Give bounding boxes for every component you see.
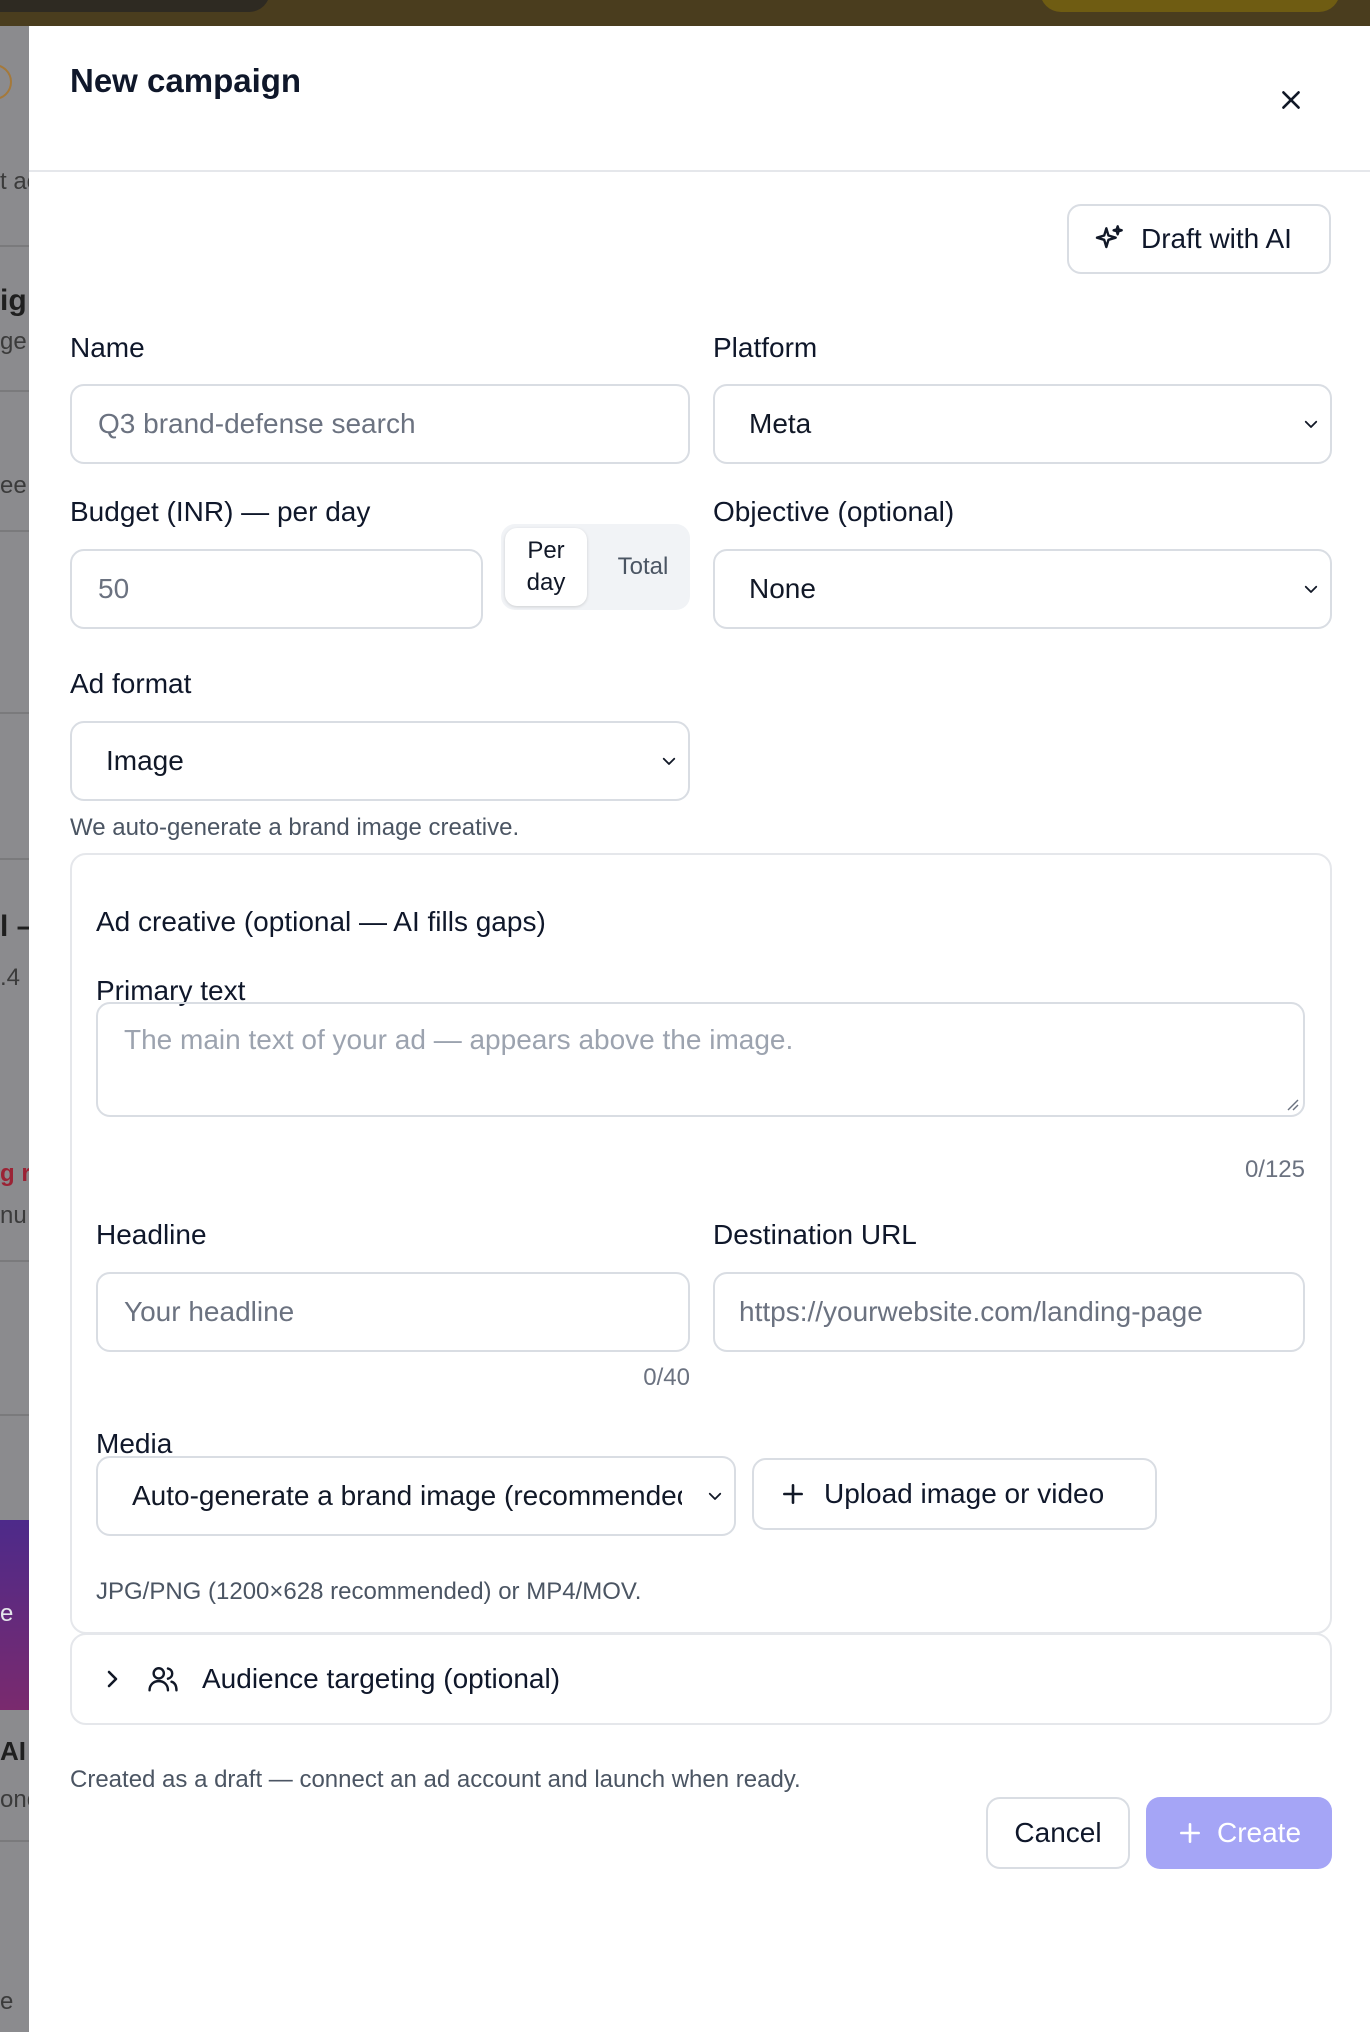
per-day-option[interactable]: Per day <box>505 528 587 606</box>
users-icon <box>148 1667 178 1692</box>
background-divider <box>0 712 30 714</box>
media-select[interactable]: Auto-generate a brand image (recommended… <box>96 1456 736 1536</box>
background-text: t ac <box>0 168 30 195</box>
chevron-down-icon <box>662 757 676 765</box>
background-text: nu <box>0 1202 27 1229</box>
audience-targeting-toggle[interactable]: Audience targeting (optional) <box>70 1633 1332 1725</box>
ad-creative-title: Ad creative (optional — AI fills gaps) <box>96 906 546 937</box>
budget-input[interactable]: 50 <box>70 549 483 629</box>
ad-format-help: We auto-generate a brand image creative. <box>70 814 520 841</box>
media-help: JPG/PNG (1200×628 recommended) or MP4/MO… <box>96 1578 642 1605</box>
background-divider <box>0 858 30 860</box>
headline-label: Headline <box>96 1219 207 1250</box>
draft-footer-note: Created as a draft — connect an ad accou… <box>70 1766 801 1793</box>
total-option[interactable]: Total <box>599 524 687 610</box>
draft-with-ai-label: Draft with AI <box>1141 223 1292 254</box>
platform-select[interactable]: Meta <box>713 384 1332 464</box>
background-text: .4 <box>0 964 21 991</box>
close-icon <box>1282 91 1300 109</box>
objective-selected-value: None <box>749 573 816 604</box>
ad-format-selected-value: Image <box>106 745 184 776</box>
name-input[interactable]: Q3 brand-defense search <box>70 384 690 464</box>
budget-label: Budget (INR) — per day <box>70 496 371 527</box>
background-divider <box>0 530 30 532</box>
background-text: ee <box>0 472 27 499</box>
background-text: onc <box>0 1786 30 1813</box>
primary-text-textarea[interactable]: The main text of your ad — appears above… <box>96 1002 1305 1117</box>
resize-handle-icon[interactable] <box>1285 1097 1299 1111</box>
primary-text-placeholder: The main text of your ad — appears above… <box>124 1024 794 1055</box>
objective-select[interactable]: None <box>713 549 1332 629</box>
plus-icon <box>1180 1823 1200 1843</box>
chevron-right-icon <box>107 1670 118 1688</box>
background-text: AI <box>0 1736 26 1766</box>
background-divider <box>0 245 30 247</box>
destination-url-label: Destination URL <box>713 1219 917 1250</box>
chevron-down-icon <box>1304 585 1318 593</box>
name-label: Name <box>70 332 145 363</box>
background-pill <box>0 0 270 12</box>
background-text: ge <box>0 328 27 355</box>
audience-targeting-label: Audience targeting (optional) <box>202 1663 561 1694</box>
plus-icon <box>783 1484 803 1504</box>
close-button[interactable] <box>1269 78 1313 122</box>
create-label: Create <box>1216 1817 1302 1848</box>
objective-label: Objective (optional) <box>713 496 955 527</box>
ad-format-label: Ad format <box>70 668 192 699</box>
primary-text-counter: 0/125 <box>1244 1156 1305 1183</box>
background-text: e <box>0 1600 14 1627</box>
background-text: g r <box>0 1160 30 1187</box>
sparkles-icon <box>1095 225 1123 249</box>
background-divider <box>0 390 30 392</box>
sheet-title: New campaign <box>70 62 302 99</box>
destination-url-input[interactable]: https://yourwebsite.com/landing-page <box>713 1272 1305 1352</box>
cancel-button[interactable]: Cancel <box>986 1797 1130 1869</box>
budget-period-toggle: Per day Total <box>501 524 690 610</box>
platform-label: Platform <box>713 332 818 363</box>
draft-with-ai-button[interactable]: Draft with AI <box>1067 204 1331 274</box>
upload-media-button[interactable]: Upload image or video <box>752 1458 1157 1530</box>
chevron-down-icon <box>708 1492 722 1500</box>
platform-selected-value: Meta <box>749 408 812 439</box>
background-divider <box>0 1840 30 1842</box>
background-text: e <box>0 1988 14 2015</box>
create-button[interactable]: Create <box>1146 1797 1332 1869</box>
sheet-header: New campaign <box>29 26 1370 172</box>
headline-input[interactable]: Your headline <box>96 1272 690 1352</box>
chevron-down-icon <box>1304 420 1318 428</box>
new-campaign-sheet: New campaign Draft with AI Name Q3 brand… <box>29 26 1370 2032</box>
headline-counter: 0/40 <box>643 1364 690 1391</box>
background-pill-accent <box>1040 0 1340 12</box>
upload-media-label: Upload image or video <box>824 1478 1105 1509</box>
background-sidebar-strip <box>0 26 30 2032</box>
media-selected-value: Auto-generate a brand image (recommended… <box>132 1480 682 1511</box>
background-text: l – <box>0 910 30 943</box>
background-text: ig <box>0 284 27 317</box>
ad-format-select[interactable]: Image <box>70 721 690 801</box>
background-divider <box>0 1260 30 1262</box>
background-divider <box>0 1414 30 1416</box>
